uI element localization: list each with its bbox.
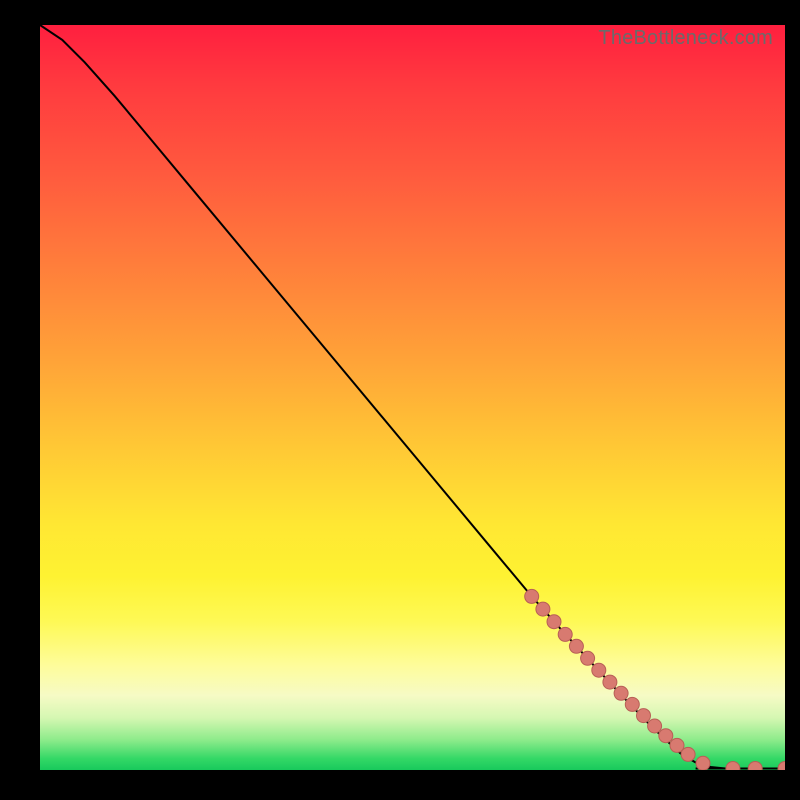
data-marker [726, 762, 740, 771]
data-marker [625, 697, 639, 711]
data-marker [569, 639, 583, 653]
chart-frame: TheBottleneck.com [0, 0, 800, 800]
chart-overlay [40, 25, 785, 770]
data-marker [536, 602, 550, 616]
plot-area: TheBottleneck.com [40, 25, 785, 770]
data-marker [681, 747, 695, 761]
data-marker [547, 615, 561, 629]
data-marker [778, 762, 785, 771]
data-marker [592, 663, 606, 677]
data-marker [659, 729, 673, 743]
data-marker [614, 686, 628, 700]
marker-group [525, 589, 785, 770]
data-marker [581, 651, 595, 665]
data-marker [603, 675, 617, 689]
data-marker [696, 756, 710, 770]
data-marker [637, 709, 651, 723]
curve-line [40, 25, 785, 769]
data-marker [525, 589, 539, 603]
data-marker [748, 762, 762, 771]
data-marker [558, 627, 572, 641]
data-marker [648, 719, 662, 733]
